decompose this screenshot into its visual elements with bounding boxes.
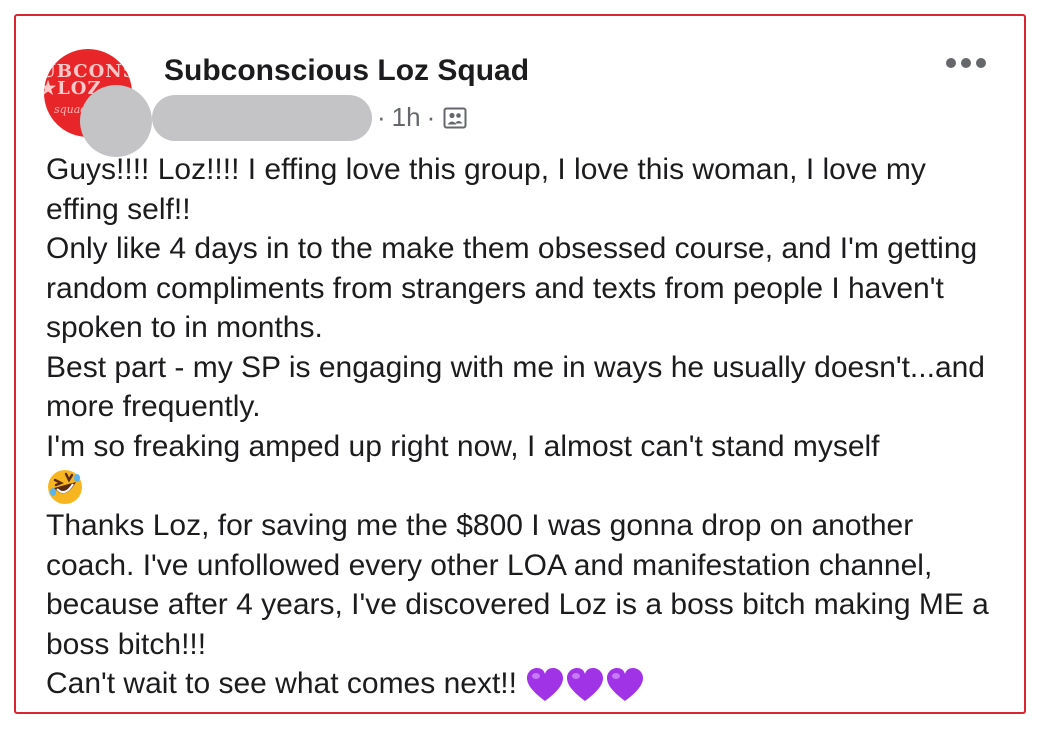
post-paragraph: Best part - my SP is engaging with me in…: [46, 350, 994, 424]
post-card: UBCONSC ★LOZ squad Subconscious Loz Squa…: [14, 14, 1026, 714]
meta-separator: ·: [377, 102, 386, 132]
meta-separator: ·: [426, 102, 436, 132]
redacted-user-avatar: [80, 85, 152, 157]
post-paragraph: Thanks Loz, for saving me the $800 I was…: [46, 509, 998, 661]
purple-heart-emoji: [607, 668, 644, 702]
post-body: Guys!!!! Loz!!!! I effing love this grou…: [46, 150, 1006, 704]
purple-heart-emoji: [527, 668, 564, 702]
post-paragraph-text: I'm so freaking amped up right now, I al…: [46, 429, 880, 463]
rolling-on-floor-laughing-emoji: [48, 470, 82, 505]
post-paragraph-text: Can't wait to see what comes next!!: [46, 667, 517, 701]
redacted-user-name: [152, 95, 372, 141]
more-options-icon[interactable]: [944, 56, 988, 70]
post-timestamp[interactable]: 1h: [392, 102, 421, 133]
post-paragraph: Guys!!!! Loz!!!! I effing love this grou…: [46, 153, 935, 226]
purple-heart-emoji: [567, 668, 604, 702]
post-paragraph: Can't wait to see what comes next!!: [46, 664, 1006, 704]
post-paragraph: Only like 4 days in to the make them obs…: [46, 232, 986, 344]
post-meta: · 1h ·: [371, 102, 467, 133]
post-paragraph: I'm so freaking amped up right now, I al…: [46, 427, 1006, 507]
group-name-link[interactable]: Subconscious Loz Squad: [164, 54, 529, 88]
group-audience-icon: [443, 107, 467, 128]
